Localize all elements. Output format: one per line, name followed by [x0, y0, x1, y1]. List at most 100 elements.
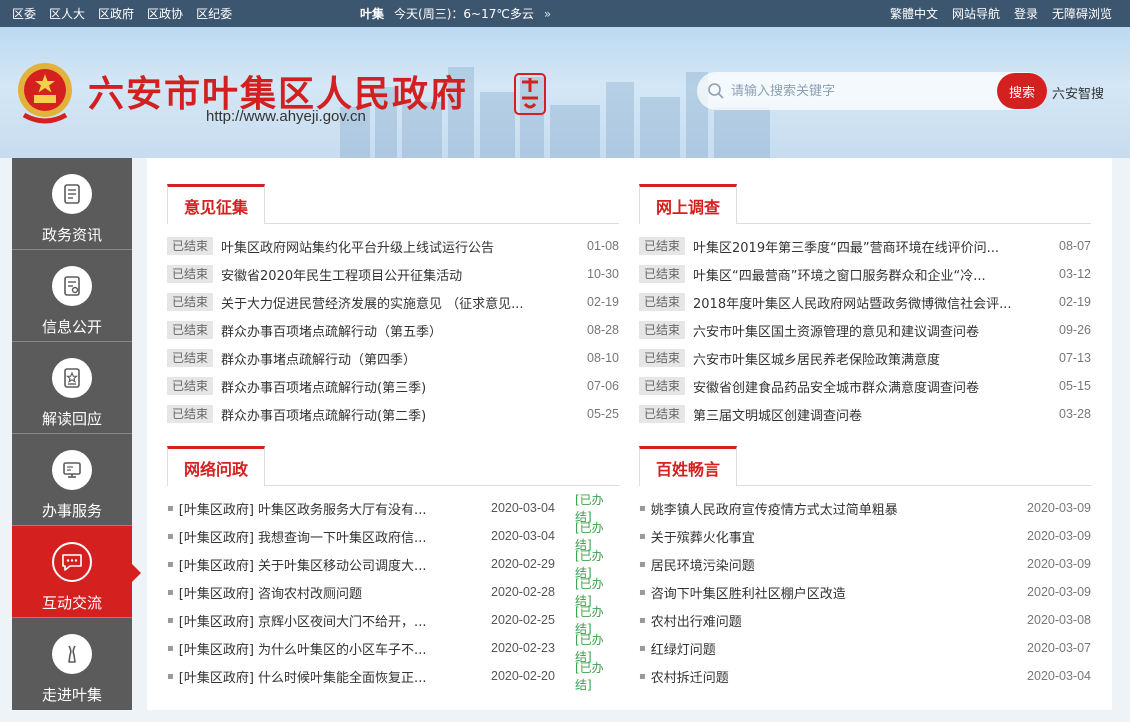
- item-title[interactable]: 2018年度叶集区人民政府网站暨政务微博微信社会评...: [693, 293, 1049, 312]
- item-title[interactable]: [叶集区政府] 京辉小区夜间大门不给开，...: [179, 611, 491, 630]
- item-title[interactable]: 叶集区2019年第三季度“四最”营商环境在线评价问...: [693, 237, 1049, 256]
- status-badge: 已结束: [639, 377, 686, 395]
- list-item[interactable]: 已结束 安徽省创建食品药品安全城市群众满意度调查问卷 05-15: [639, 372, 1091, 400]
- list-item[interactable]: 已结束 群众办事堵点疏解行动（第四季） 08-10: [167, 344, 619, 372]
- tab-survey[interactable]: 网上调查: [639, 184, 738, 225]
- list-item[interactable]: ▪ 居民环境污染问题 2020-03-09: [639, 550, 1091, 578]
- item-title[interactable]: 关于殡葬火化事宜: [651, 527, 1017, 546]
- item-title[interactable]: 农村拆迁问题: [651, 667, 1017, 686]
- link-district-discipline[interactable]: 区纪委: [196, 5, 232, 22]
- list-item[interactable]: ▪ [叶集区政府] 叶集区政务服务大厅有没有... 2020-03-04 [已办结]: [167, 493, 619, 524]
- search-button[interactable]: 搜索: [997, 73, 1047, 109]
- item-title[interactable]: 农村出行难问题: [651, 611, 1017, 630]
- sidebar-item-interaction[interactable]: 互动交流: [12, 526, 141, 618]
- item-date: 07-06: [587, 379, 619, 393]
- double-chevron-right-icon[interactable]: »: [544, 7, 551, 21]
- link-traditional-chinese[interactable]: 繁體中文: [890, 5, 938, 22]
- link-login[interactable]: 登录: [1014, 5, 1038, 22]
- list-item[interactable]: ▪ 姚李镇人民政府宣传疫情方式太过简单粗暴 2020-03-09: [639, 494, 1091, 522]
- item-date: 09-26: [1059, 323, 1091, 337]
- section-inquiry: 网络问政 ▪ [叶集区政府] 叶集区政务服务大厅有没有... 2020-03-04[…: [167, 446, 619, 692]
- sidebar-item-services[interactable]: 办事服务: [12, 434, 132, 526]
- item-title[interactable]: 叶集区政府网站集约化平台升级上线试运行公告: [221, 237, 577, 256]
- list-item[interactable]: ▪ [叶集区政府] 关于叶集区移动公司调度大... 2020-02-29 [已办结]: [167, 549, 619, 580]
- opinions-list: 已结束 叶集区政府网站集约化平台升级上线试运行公告 01-08 已结束 安徽省2020…: [167, 232, 619, 428]
- weather-bar: 叶集 今天(周三)：6~17℃多云 »: [360, 0, 551, 27]
- item-title[interactable]: 群众办事百项堵点疏解行动(第三季): [221, 377, 577, 396]
- item-title[interactable]: [叶集区政府] 我想查询一下叶集区政府信...: [179, 527, 491, 546]
- item-title[interactable]: [叶集区政府] 关于叶集区移动公司调度大...: [179, 555, 491, 574]
- item-date: 01-08: [587, 239, 619, 253]
- item-title[interactable]: 居民环境污染问题: [651, 555, 1017, 574]
- item-title[interactable]: 姚李镇人民政府宣传疫情方式太过简单粗暴: [651, 499, 1017, 518]
- item-date: 2020-02-25: [491, 613, 555, 627]
- tab-inquiry[interactable]: 网络问政: [167, 446, 266, 487]
- link-district-committee[interactable]: 区委: [12, 5, 36, 22]
- weather-city: 叶集: [360, 7, 385, 21]
- item-title[interactable]: [叶集区政府] 叶集区政务服务大厅有没有...: [179, 499, 491, 518]
- list-item[interactable]: ▪ [叶集区政府] 为什么叶集区的小区车子不... 2020-02-23 [已办结]: [167, 633, 619, 664]
- item-title[interactable]: 第三届文明城区创建调查问卷: [693, 405, 1049, 424]
- item-title[interactable]: 咨询下叶集区胜利社区棚户区改造: [651, 583, 1017, 602]
- item-title[interactable]: 群众办事百项堵点疏解行动(第二季): [221, 405, 577, 424]
- tab-opinions[interactable]: 意见征集: [167, 184, 266, 225]
- item-date: 2020-03-07: [1027, 641, 1091, 655]
- link-district-npc[interactable]: 区人大: [49, 5, 85, 22]
- tab-voices[interactable]: 百姓畅言: [639, 446, 738, 487]
- list-item[interactable]: 已结束 群众办事百项堵点疏解行动（第五季） 08-28: [167, 316, 619, 344]
- list-item[interactable]: 已结束 2018年度叶集区人民政府网站暨政务微博微信社会评... 02-19: [639, 288, 1091, 316]
- list-item[interactable]: 已结束 安徽省2020年民生工程项目公开征集活动 10-30: [167, 260, 619, 288]
- item-date: 2020-02-23: [491, 641, 555, 655]
- smart-search-link[interactable]: 六安智搜: [1052, 83, 1104, 102]
- sidebar-item-info-disclosure[interactable]: 信息公开: [12, 250, 132, 342]
- list-item[interactable]: 已结束 关于大力促进民营经济发展的实施意见 （征求意见... 02-19: [167, 288, 619, 316]
- item-title[interactable]: 叶集区“四最营商”环境之窗口服务群众和企业“冷...: [693, 265, 1049, 284]
- list-item[interactable]: 已结束 叶集区2019年第三季度“四最”营商环境在线评价问... 08-07: [639, 232, 1091, 260]
- list-item[interactable]: 已结束 第三届文明城区创建调查问卷 03-28: [639, 400, 1091, 428]
- list-item[interactable]: ▪ [叶集区政府] 咨询农村改厕问题 2020-02-28 [已办结]: [167, 577, 619, 608]
- list-item[interactable]: ▪ 农村拆迁问题 2020-03-04: [639, 662, 1091, 690]
- item-title[interactable]: 群众办事堵点疏解行动（第四季）: [221, 349, 577, 368]
- item-title[interactable]: [叶集区政府] 咨询农村改厕问题: [179, 583, 491, 602]
- item-title[interactable]: 六安市叶集区国土资源管理的意见和建议调查问卷: [693, 321, 1049, 340]
- sidebar-item-interpretation[interactable]: 解读回应: [12, 342, 132, 434]
- link-district-cppcc[interactable]: 区政协: [147, 5, 183, 22]
- item-title[interactable]: 关于大力促进民营经济发展的实施意见 （征求意见...: [221, 293, 577, 312]
- list-item[interactable]: ▪ [叶集区政府] 我想查询一下叶集区政府信... 2020-03-04 [已办结]: [167, 521, 619, 552]
- list-item[interactable]: ▪ 红绿灯问题 2020-03-07: [639, 634, 1091, 662]
- item-title[interactable]: 安徽省2020年民生工程项目公开征集活动: [221, 265, 577, 284]
- status-text: [已办结]: [575, 661, 604, 692]
- list-item[interactable]: 已结束 群众办事百项堵点疏解行动(第二季) 05-25: [167, 400, 619, 428]
- list-item[interactable]: 已结束 六安市叶集区城乡居民养老保险政策满意度 07-13: [639, 344, 1091, 372]
- link-district-government[interactable]: 区政府: [98, 5, 134, 22]
- bullet-icon: ▪: [639, 614, 646, 626]
- list-item[interactable]: ▪ [叶集区政府] 什么时候叶集能全面恢复正... 2020-02-20 [已办结]: [167, 661, 619, 692]
- status-badge: 已结束: [639, 293, 686, 311]
- link-site-navigation[interactable]: 网站导航: [952, 5, 1000, 22]
- list-item[interactable]: ▪ 农村出行难问题 2020-03-08: [639, 606, 1091, 634]
- link-accessibility[interactable]: 无障碍浏览: [1052, 5, 1112, 22]
- list-item[interactable]: ▪ [叶集区政府] 京辉小区夜间大门不给开，... 2020-02-25 [已办结]: [167, 605, 619, 636]
- inquiry-list: ▪ [叶集区政府] 叶集区政务服务大厅有没有... 2020-03-04 [已办结] …: [167, 493, 619, 692]
- sidebar-item-about-yeji[interactable]: 走进叶集: [12, 618, 132, 710]
- section-header: 网络问政: [167, 446, 619, 487]
- item-title[interactable]: 群众办事百项堵点疏解行动（第五季）: [221, 321, 577, 340]
- item-date: 2020-03-09: [1027, 557, 1091, 571]
- list-item[interactable]: 已结束 叶集区政府网站集约化平台升级上线试运行公告 01-08: [167, 232, 619, 260]
- list-item[interactable]: 已结束 群众办事百项堵点疏解行动(第三季) 07-06: [167, 372, 619, 400]
- list-item[interactable]: ▪ 关于殡葬火化事宜 2020-03-09: [639, 522, 1091, 550]
- item-date: 2020-03-09: [1027, 585, 1091, 599]
- status-badge: 已结束: [167, 405, 214, 423]
- item-title[interactable]: 红绿灯问题: [651, 639, 1017, 658]
- item-title[interactable]: 安徽省创建食品药品安全城市群众满意度调查问卷: [693, 377, 1049, 396]
- item-title[interactable]: [叶集区政府] 什么时候叶集能全面恢复正...: [179, 667, 491, 686]
- search-input[interactable]: [731, 83, 991, 99]
- sidebar-item-government-news[interactable]: 政务资讯: [12, 158, 132, 250]
- list-item[interactable]: 已结束 六安市叶集区国土资源管理的意见和建议调查问卷 09-26: [639, 316, 1091, 344]
- item-title[interactable]: 六安市叶集区城乡居民养老保险政策满意度: [693, 349, 1049, 368]
- list-item[interactable]: 已结束 叶集区“四最营商”环境之窗口服务群众和企业“冷... 03-12: [639, 260, 1091, 288]
- status-badge: 已结束: [167, 265, 214, 283]
- site-url: http://www.ahyeji.gov.cn: [206, 108, 366, 125]
- list-item[interactable]: ▪ 咨询下叶集区胜利社区棚户区改造 2020-03-09: [639, 578, 1091, 606]
- item-title[interactable]: [叶集区政府] 为什么叶集区的小区车子不...: [179, 639, 491, 658]
